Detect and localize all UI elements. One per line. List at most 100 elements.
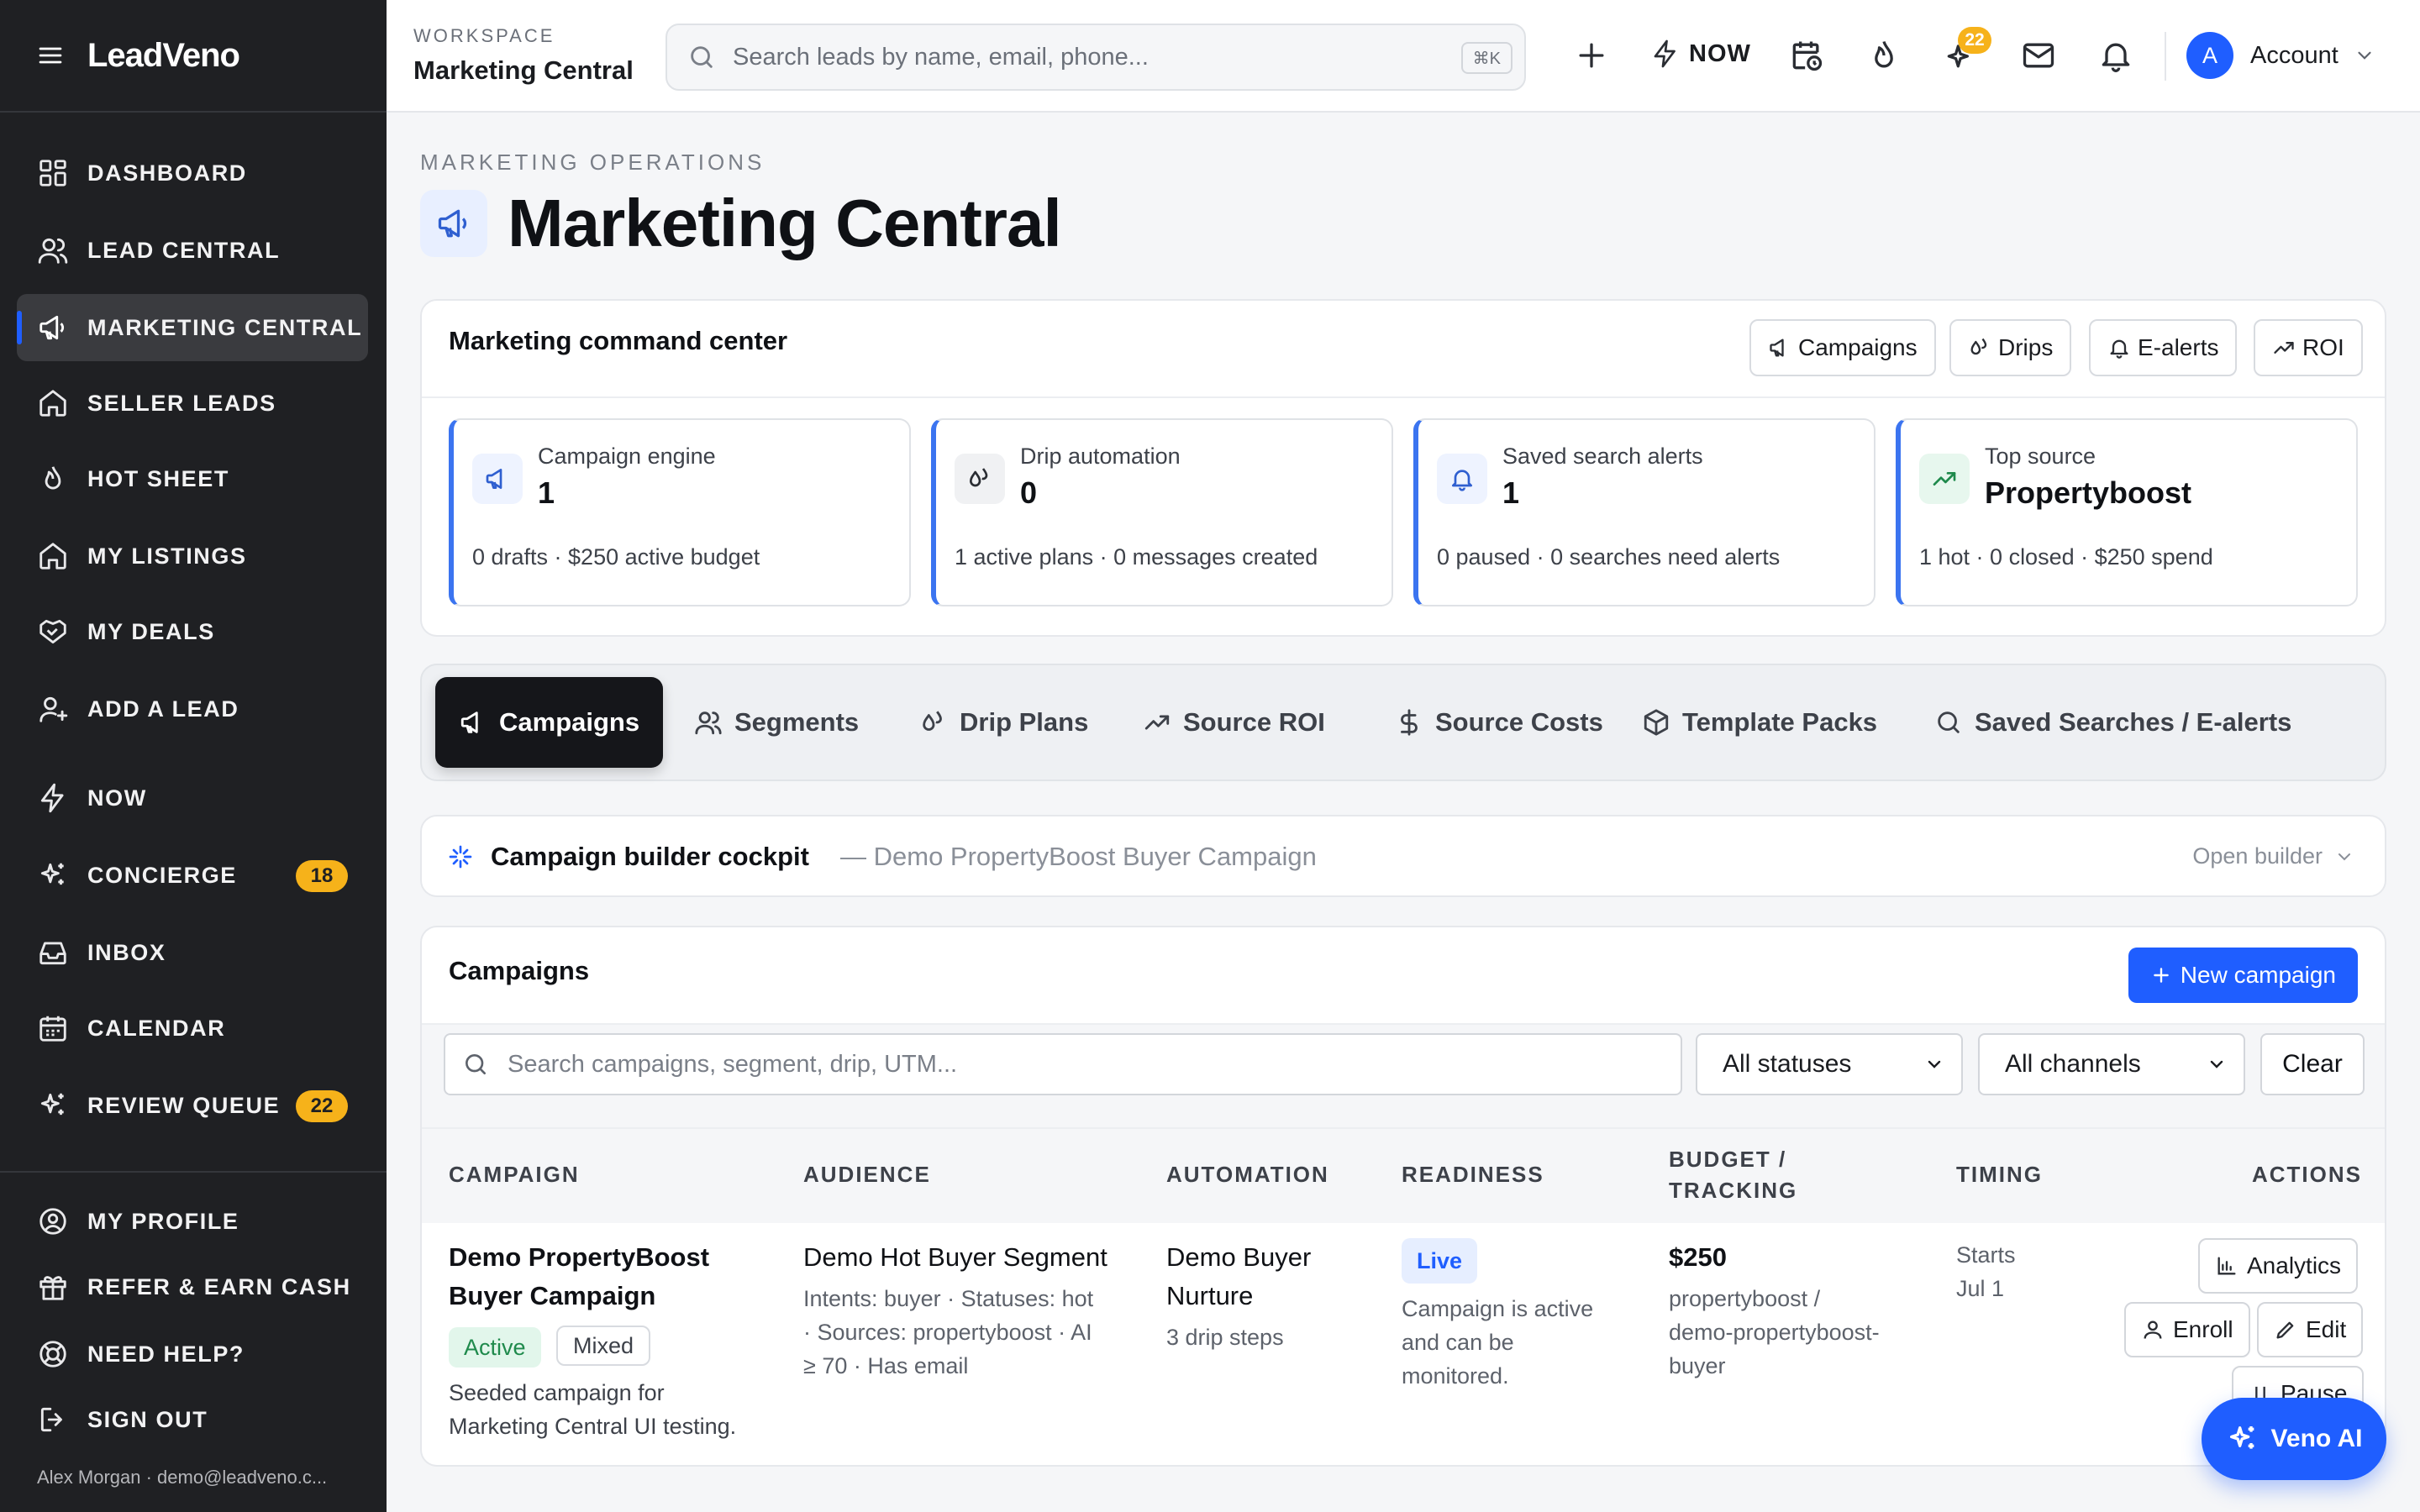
sidebar-item-seller-leads[interactable]: SELLER LEADS: [17, 370, 368, 437]
sidebar-item-hot-sheet[interactable]: HOT SHEET: [17, 445, 368, 512]
sidebar-item-sign-out[interactable]: SIGN OUT: [17, 1386, 368, 1453]
enroll-button[interactable]: Enroll: [2124, 1302, 2250, 1357]
sidebar-item-refer-earn[interactable]: REFER & EARN CASH: [17, 1253, 368, 1320]
sidebar-item-inbox[interactable]: INBOX: [17, 919, 368, 986]
bell-icon[interactable]: [2097, 37, 2134, 74]
roi-quick-button[interactable]: ROI: [2254, 319, 2363, 376]
campaign-search-input[interactable]: [508, 1050, 1667, 1079]
stat-top-source[interactable]: Top source Propertyboost 1 hot · 0 close…: [1896, 418, 2358, 606]
workspace-label: WORKSPACE: [413, 25, 555, 46]
menu-icon[interactable]: [37, 42, 64, 69]
sidebar-item-my-deals[interactable]: MY DEALS: [17, 598, 368, 665]
stat-detail: 0 drafts · $250 active budget: [472, 544, 760, 570]
campaigns-quick-label: Campaigns: [1798, 334, 1918, 360]
sidebar-item-label: ADD A LEAD: [87, 696, 239, 722]
workspace-name[interactable]: Marketing Central: [413, 55, 634, 86]
stat-drip-automation[interactable]: Drip automation 0 1 active plans · 0 mes…: [931, 418, 1393, 606]
column-campaign[interactable]: CAMPAIGN: [449, 1159, 580, 1190]
sidebar-item-review-queue[interactable]: REVIEW QUEUE 22: [17, 1072, 368, 1139]
status-badge: Active: [449, 1327, 541, 1368]
sidebar-item-need-help[interactable]: NEED HELP?: [17, 1320, 368, 1388]
campaign-name-line2[interactable]: Buyer Campaign: [449, 1277, 655, 1315]
tab-saved-searches[interactable]: Saved Searches / E-alerts: [1911, 677, 2315, 768]
tab-source-costs[interactable]: Source Costs: [1371, 677, 1627, 768]
drips-quick-label: Drips: [1998, 334, 2054, 360]
sidebar-item-label: MY LISTINGS: [87, 543, 247, 569]
clear-filters-button[interactable]: Clear: [2260, 1033, 2365, 1095]
sidebar-item-label: CONCIERGE: [87, 862, 237, 888]
campaign-builder-cockpit[interactable]: Campaign builder cockpit — Demo Property…: [420, 815, 2386, 897]
column-timing[interactable]: TIMING: [1956, 1159, 2043, 1190]
tab-campaigns[interactable]: Campaigns: [435, 677, 664, 768]
cockpit-subtitle: — Demo PropertyBoost Buyer Campaign: [840, 842, 1317, 871]
e-alerts-quick-label: E-alerts: [2138, 334, 2219, 360]
stat-detail: 1 active plans · 0 messages created: [955, 544, 1318, 570]
tab-drip-plans[interactable]: Drip Plans: [896, 677, 1112, 768]
drips-quick-button[interactable]: Drips: [1949, 319, 2072, 376]
brand-logo[interactable]: LeadVeno: [87, 37, 240, 75]
channel-filter-select[interactable]: All channels: [1978, 1033, 2245, 1095]
column-automation[interactable]: AUTOMATION: [1166, 1159, 1329, 1190]
calendar-clock-icon[interactable]: [1788, 37, 1825, 74]
open-builder-toggle[interactable]: Open builder: [2192, 843, 2354, 869]
automation-name-line1[interactable]: Demo Buyer: [1166, 1238, 1311, 1277]
account-label: Account: [2250, 41, 2338, 69]
flame-icon[interactable]: [1865, 37, 1902, 74]
veno-ai-button[interactable]: Veno AI: [2202, 1398, 2386, 1480]
sidebar-item-concierge[interactable]: CONCIERGE 18: [17, 842, 368, 909]
campaign-name-line1[interactable]: Demo PropertyBoost: [449, 1238, 709, 1277]
page-title: Marketing Central: [508, 186, 1062, 260]
e-alerts-quick-button[interactable]: E-alerts: [2089, 319, 2238, 376]
sidebar-item-dashboard[interactable]: DASHBOARD: [17, 139, 368, 207]
tab-label: Campaigns: [499, 707, 640, 737]
status-filter-select[interactable]: All statuses: [1696, 1033, 1963, 1095]
plus-icon[interactable]: [1573, 37, 1610, 74]
calendar-icon: [39, 1016, 66, 1042]
tab-label: Source Costs: [1435, 707, 1603, 737]
column-tracking[interactable]: TRACKING: [1669, 1175, 1797, 1206]
column-budget[interactable]: BUDGET /: [1669, 1144, 1786, 1175]
analytics-button[interactable]: Analytics: [2198, 1238, 2359, 1294]
automation-name-line2[interactable]: Nurture: [1166, 1277, 1253, 1315]
chevron-down-icon: [2210, 1060, 2223, 1068]
sidebar-item-add-a-lead[interactable]: ADD A LEAD: [17, 675, 368, 743]
sidebar-item-my-listings[interactable]: MY LISTINGS: [17, 522, 368, 590]
stat-icon: [472, 454, 523, 504]
column-audience[interactable]: AUDIENCE: [803, 1159, 931, 1190]
search-icon: [1938, 711, 1960, 733]
channel-badge: Mixed: [556, 1326, 651, 1366]
sidebar-item-label: REVIEW QUEUE: [87, 1092, 281, 1118]
sidebar-item-now[interactable]: NOW: [17, 764, 368, 832]
column-readiness[interactable]: READINESS: [1402, 1159, 1544, 1190]
sidebar-item-marketing-central[interactable]: MARKETING CENTRAL: [17, 294, 368, 361]
sidebar: LeadVeno DASHBOARD LEAD CENTRAL MARKETIN…: [0, 0, 387, 1512]
global-search-input[interactable]: [733, 43, 1422, 71]
tab-template-packs[interactable]: Template Packs: [1618, 677, 1901, 768]
account-menu[interactable]: A Account: [2186, 32, 2375, 79]
sidebar-item-label: NEED HELP?: [87, 1341, 245, 1367]
stat-detail: 1 hot · 0 closed · $250 spend: [1919, 544, 2213, 570]
readiness-note-line2: and can be: [1402, 1330, 1514, 1355]
tab-segments[interactable]: Segments: [671, 677, 882, 768]
mail-icon[interactable]: [2020, 37, 2057, 74]
droplets-icon: [970, 468, 988, 487]
edit-button[interactable]: Edit: [2257, 1302, 2364, 1357]
sidebar-item-my-profile[interactable]: MY PROFILE: [17, 1188, 368, 1255]
search-icon: [691, 46, 713, 68]
campaign-search[interactable]: [444, 1033, 1682, 1095]
campaigns-quick-button[interactable]: Campaigns: [1749, 319, 1936, 376]
sidebar-item-lead-central[interactable]: LEAD CENTRAL: [17, 217, 368, 284]
budget-amount: $250: [1669, 1242, 1727, 1272]
tracking-line2: demo-propertyboost-: [1669, 1320, 1880, 1345]
sidebar-item-label: LEAD CENTRAL: [87, 237, 281, 263]
tab-source-roi[interactable]: Source ROI: [1119, 677, 1349, 768]
stat-campaign-engine[interactable]: Campaign engine 1 0 drafts · $250 active…: [449, 418, 911, 606]
stat-saved-search-alerts[interactable]: Saved search alerts 1 0 paused · 0 searc…: [1413, 418, 1876, 606]
sidebar-item-calendar[interactable]: CALENDAR: [17, 995, 368, 1062]
audience-name[interactable]: Demo Hot Buyer Segment: [803, 1238, 1107, 1277]
status-filter-value: All statuses: [1723, 1050, 1852, 1078]
stat-value: 1: [1502, 475, 1520, 510]
global-search[interactable]: ⌘K: [666, 24, 1526, 91]
now-button[interactable]: NOW: [1650, 39, 1751, 69]
new-campaign-button[interactable]: New campaign: [2128, 948, 2358, 1003]
